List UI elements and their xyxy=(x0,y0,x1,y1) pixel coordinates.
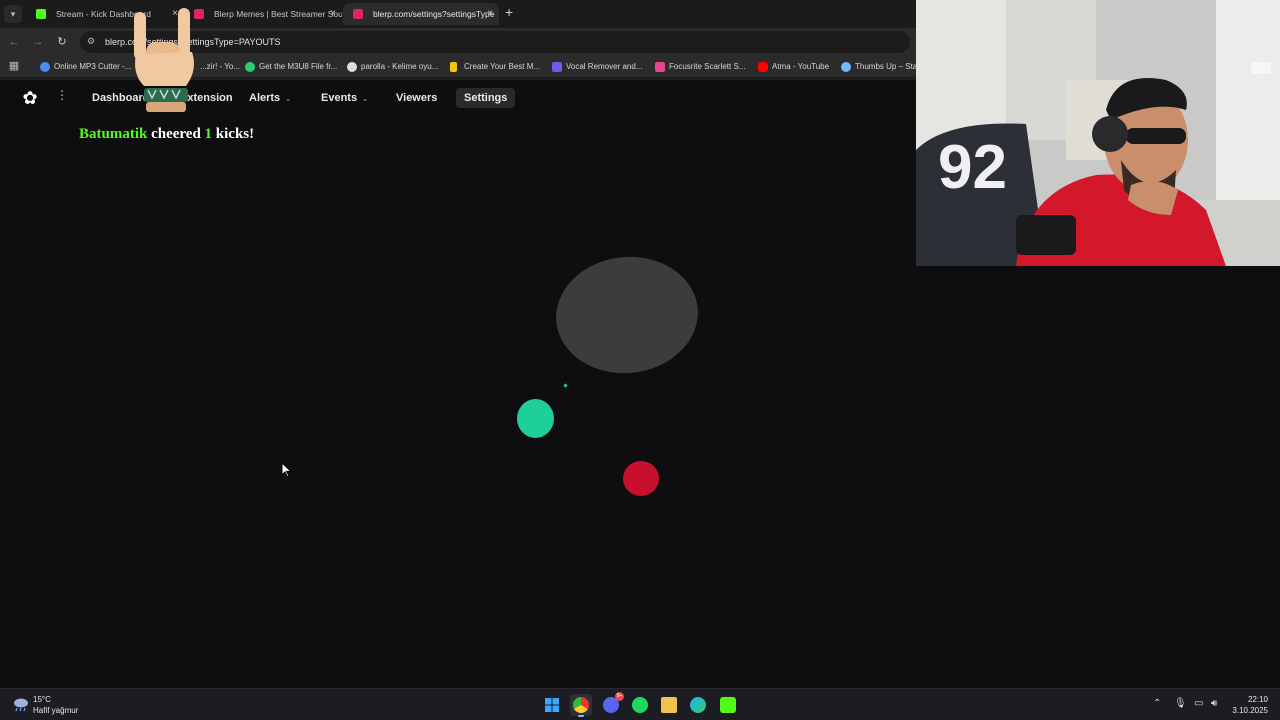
bookmark-label: Vocal Remover and... xyxy=(566,62,643,71)
taskbar-spotify[interactable] xyxy=(629,694,651,716)
clock-time: 22:10 xyxy=(1247,695,1268,704)
folder-icon xyxy=(661,697,677,713)
volume-icon[interactable]: 🔊︎ xyxy=(1211,698,1217,709)
rain-cloud-icon xyxy=(14,698,28,712)
bookmark-favicon-icon xyxy=(347,62,357,72)
settings-page-content: Batumatik cheered 1 kicks! xyxy=(0,116,916,688)
tab-blerp-settings[interactable]: blerp.com/settings?settingsType × xyxy=(343,3,499,25)
rock-hand-emote-icon xyxy=(128,4,204,116)
network-icon[interactable]: ▭ xyxy=(1194,698,1203,709)
bookmark-label: ...zir! - Yo... xyxy=(200,62,241,71)
nav-label: Events xyxy=(321,92,358,104)
bookmark-label: Get the M3U8 File fr... xyxy=(259,62,338,71)
microphone-icon[interactable]: 🎙︎ xyxy=(1174,698,1187,709)
bookmark-item[interactable]: Get the M3U8 File fr... xyxy=(245,59,337,75)
gray-blob-shape xyxy=(550,249,704,381)
reload-icon[interactable]: ↻ xyxy=(54,34,70,50)
blerp-logo-icon[interactable]: ✿ xyxy=(20,88,40,108)
back-icon[interactable]: ← xyxy=(6,34,22,50)
red-blob-shape xyxy=(623,461,659,496)
show-hidden-icons-icon[interactable]: ⌃ xyxy=(1153,698,1161,709)
bookmark-item[interactable]: parolla - Kelime oyu... xyxy=(347,59,438,75)
nav-alerts[interactable]: Alerts ⌄ xyxy=(249,80,291,116)
webcam-overlay: 92 xyxy=(916,0,1280,266)
apps-grid-icon[interactable]: ▦ xyxy=(6,58,22,74)
alert-username: Batumatik xyxy=(79,126,148,142)
system-clock[interactable]: 22:10 3.10.2025 xyxy=(1232,694,1268,716)
bookmark-label: Online MP3 Cutter -... xyxy=(54,62,132,71)
tab-label: blerp.com/settings?settingsType xyxy=(373,9,495,19)
kick-icon xyxy=(720,697,736,713)
bookmark-label: Create Your Best M... xyxy=(464,62,541,71)
bookmark-favicon-icon xyxy=(40,62,50,72)
nav-events[interactable]: Events ⌄ xyxy=(321,80,368,116)
notification-badge: 9+ xyxy=(615,692,624,701)
chevron-down-icon: ⌄ xyxy=(362,96,368,103)
bookmark-item[interactable]: Atma - YouTube xyxy=(758,59,829,75)
bookmark-label: Atma - YouTube xyxy=(772,62,830,71)
edge-icon xyxy=(690,697,706,713)
close-tab-icon[interactable]: × xyxy=(487,3,493,25)
forward-icon[interactable]: → xyxy=(30,34,46,50)
bookmark-label: Thumbs Up – Star xyxy=(855,62,920,71)
windows-taskbar: 15°C Hafif yağmur 9+ ⌃ 🎙︎ ▭ 🔊︎ 22:10 3.1… xyxy=(0,688,1280,720)
more-menu-icon[interactable]: ⋮ xyxy=(56,88,68,102)
tab-label: Blerp Memes | Best Streamer Sound xyxy=(214,9,342,19)
bookmark-favicon-icon xyxy=(841,62,851,72)
taskbar-file-explorer[interactable] xyxy=(658,694,680,716)
chrome-icon xyxy=(573,697,589,713)
close-tab-icon[interactable]: × xyxy=(330,3,336,25)
address-bar[interactable]: ⚙ blerp.com/settings?settingsType=PAYOUT… xyxy=(80,31,910,53)
alert-unit: kicks! xyxy=(215,126,255,142)
bookmark-item[interactable]: Focusrite Scarlett S... xyxy=(655,59,745,75)
tab-blerp-memes[interactable]: Blerp Memes | Best Streamer Sound × xyxy=(184,3,342,25)
bookmark-item[interactable]: Vocal Remover and... xyxy=(552,59,642,75)
bookmark-item[interactable]: Online MP3 Cutter -... xyxy=(40,59,131,75)
nav-label: Viewers xyxy=(396,92,438,104)
taskbar-edge[interactable] xyxy=(687,694,709,716)
blerp-favicon-icon xyxy=(353,9,363,19)
bookmark-favicon-icon xyxy=(450,62,457,72)
bookmark-item[interactable]: Thumbs Up – Star xyxy=(841,59,920,75)
start-button[interactable] xyxy=(541,694,563,716)
windows-start-icon xyxy=(545,698,559,712)
webcam-feed-image: 92 xyxy=(916,0,1280,266)
teal-speck xyxy=(563,383,568,388)
nav-settings[interactable]: Settings xyxy=(456,88,516,108)
site-info-icon[interactable]: ⚙ xyxy=(87,36,95,47)
bookmark-label: parolla - Kelime oyu... xyxy=(361,62,439,71)
new-tab-button[interactable]: + xyxy=(505,4,513,20)
screen: ▾ Stream - Kick Dashboard × Blerp Memes … xyxy=(0,0,1280,720)
bookmark-favicon-icon xyxy=(245,62,255,72)
bookmark-item[interactable]: Create Your Best M... xyxy=(450,59,540,75)
taskbar-chrome[interactable] xyxy=(570,694,592,717)
taskbar-kick[interactable] xyxy=(717,694,739,716)
clock-date: 3.10.2025 xyxy=(1232,706,1268,715)
nav-viewers[interactable]: Viewers xyxy=(396,80,437,116)
taskbar-discord[interactable]: 9+ xyxy=(600,692,624,716)
alert-amount: 1 xyxy=(204,126,213,142)
nav-label: Settings xyxy=(464,92,508,104)
weather-temp: 15°C xyxy=(33,695,51,704)
alert-verb: cheered xyxy=(151,126,201,142)
youtube-icon xyxy=(758,62,768,72)
kick-favicon-icon xyxy=(36,9,46,19)
weather-condition: Hafif yağmur xyxy=(33,706,79,715)
tab-search-button[interactable]: ▾ xyxy=(4,5,22,23)
teal-blob-shape xyxy=(517,399,554,438)
bookmark-favicon-icon xyxy=(655,62,665,72)
spotify-icon xyxy=(632,697,648,713)
active-indicator xyxy=(578,715,584,717)
bookmark-favicon-icon xyxy=(552,62,562,72)
svg-text:92: 92 xyxy=(938,133,1007,202)
kick-cheer-alert: Batumatik cheered 1 kicks! xyxy=(79,126,254,143)
nav-label: Alerts xyxy=(249,92,281,104)
chevron-down-icon: ⌄ xyxy=(285,96,292,103)
bookmark-label: Focusrite Scarlett S... xyxy=(669,62,746,71)
